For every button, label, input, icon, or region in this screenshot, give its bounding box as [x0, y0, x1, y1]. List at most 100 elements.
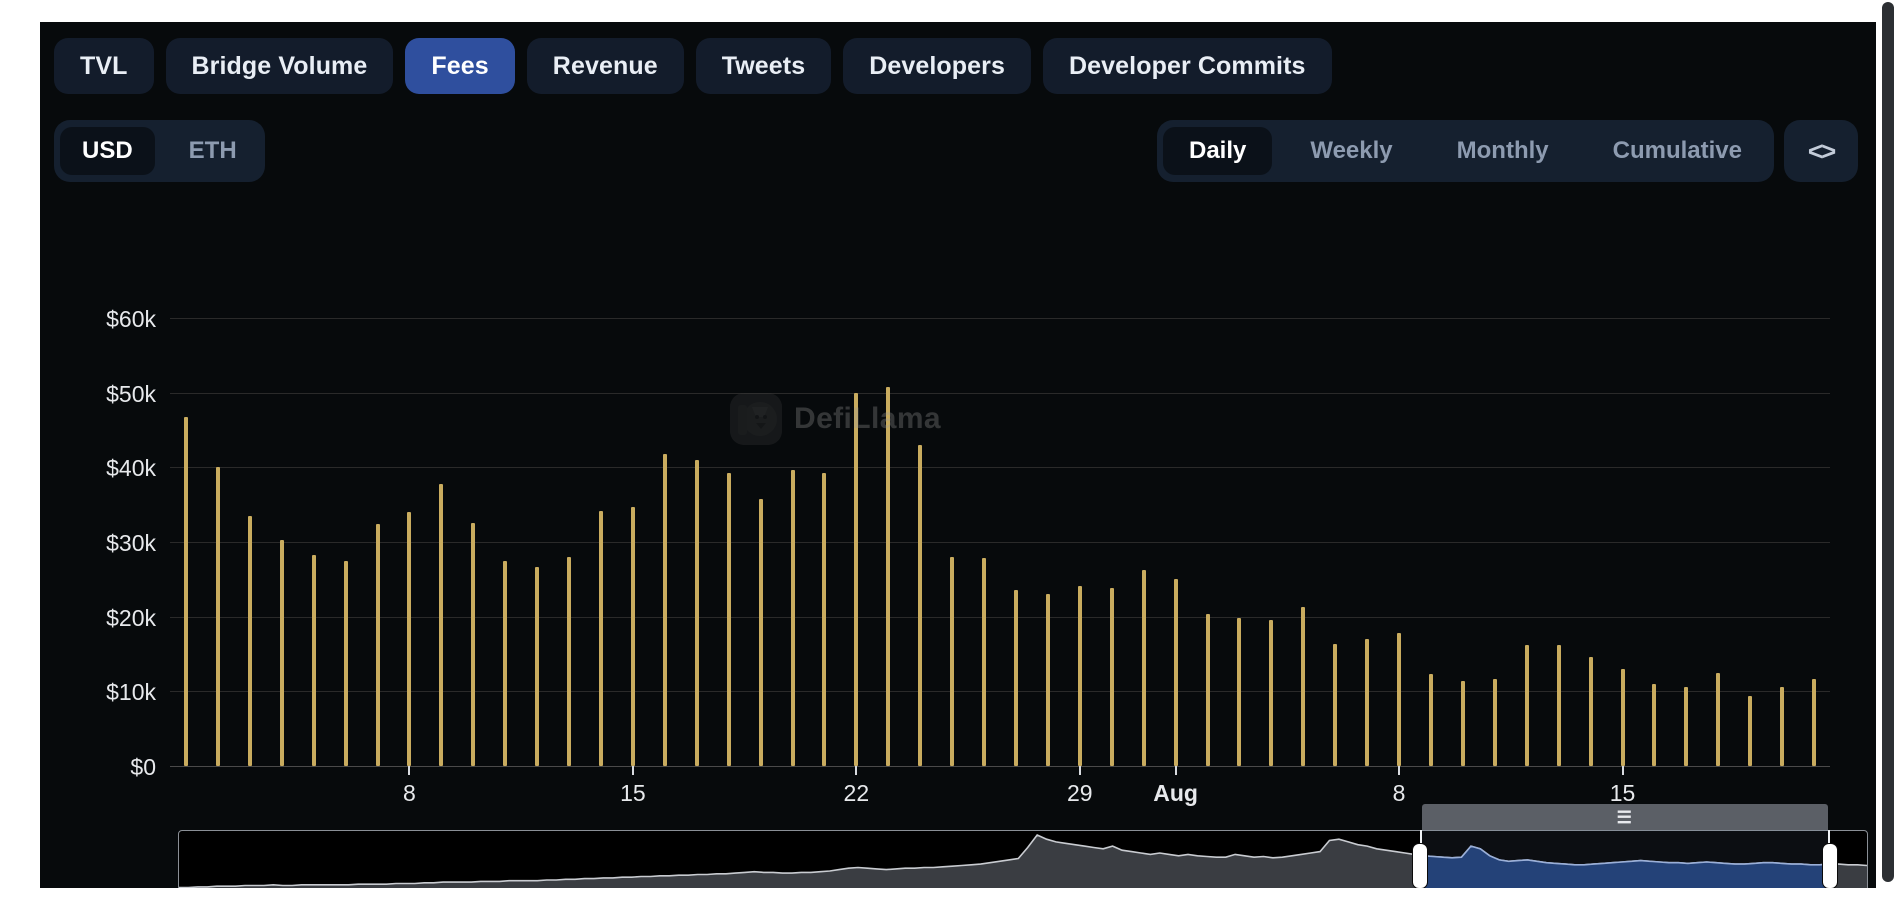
bar[interactable]	[567, 557, 571, 766]
bar[interactable]	[1748, 696, 1752, 766]
bar[interactable]	[1078, 586, 1082, 766]
gridline	[170, 542, 1830, 543]
bar[interactable]	[1269, 620, 1273, 766]
bar[interactable]	[918, 445, 922, 766]
interval_toggle-option-daily[interactable]: Daily	[1163, 127, 1272, 175]
tab-developers[interactable]: Developers	[843, 38, 1031, 94]
bar[interactable]	[1365, 639, 1369, 766]
x-axis-tick-mark	[1079, 766, 1081, 775]
bar[interactable]	[1780, 687, 1784, 766]
x-axis-tick-mark	[1175, 766, 1177, 775]
y-axis-tick-label: $50k	[40, 381, 156, 408]
currency_toggle-option-eth[interactable]: ETH	[167, 127, 259, 175]
tab-tvl[interactable]: TVL	[54, 38, 154, 94]
bar[interactable]	[216, 467, 220, 766]
gridline	[170, 467, 1830, 468]
brush-handle-right[interactable]	[1822, 843, 1838, 888]
bar[interactable]	[184, 417, 188, 766]
bar[interactable]	[663, 454, 667, 766]
brush-drag-grip[interactable]: ☰	[1422, 804, 1828, 830]
bar[interactable]	[1142, 570, 1146, 766]
code-icon[interactable]: <>	[1784, 120, 1858, 182]
bar[interactable]	[1174, 579, 1178, 766]
x-axis-tick-label: 8	[403, 780, 416, 807]
bar[interactable]	[1525, 645, 1529, 766]
bar[interactable]	[727, 473, 731, 766]
chart-card: TVLBridge VolumeFeesRevenueTweetsDevelop…	[40, 22, 1876, 888]
y-axis-tick-label: $20k	[40, 605, 156, 632]
y-axis-tick-label: $30k	[40, 530, 156, 557]
bar[interactable]	[248, 516, 252, 766]
bar[interactable]	[822, 473, 826, 766]
x-axis-tick-label: 15	[620, 780, 646, 807]
interval_toggle-option-monthly[interactable]: Monthly	[1431, 127, 1575, 175]
screen: TVLBridge VolumeFeesRevenueTweetsDevelop…	[0, 0, 1897, 908]
tab-bridge-volume[interactable]: Bridge Volume	[166, 38, 394, 94]
x-axis-tick-mark	[855, 766, 857, 775]
bar[interactable]	[854, 393, 858, 766]
bar[interactable]	[503, 561, 507, 766]
fees-bar-chart: $0$10k$20k$30k$40k$50k$60k 8152229Aug815	[40, 218, 1876, 798]
tab-tweets[interactable]: Tweets	[696, 38, 832, 94]
x-axis-tick-mark	[1622, 766, 1624, 775]
interval-toggle: DailyWeekly MonthlyCumulative	[1157, 120, 1774, 182]
bar[interactable]	[471, 523, 475, 766]
bar[interactable]	[631, 507, 635, 766]
tab-developer-commits[interactable]: Developer Commits	[1043, 38, 1332, 94]
bar[interactable]	[950, 557, 954, 766]
bar[interactable]	[312, 555, 316, 766]
brush-selection[interactable]: ☰	[1420, 830, 1830, 888]
bar[interactable]	[982, 558, 986, 766]
y-axis-tick-label: $40k	[40, 455, 156, 482]
bar[interactable]	[1461, 681, 1465, 766]
currency_toggle-option-usd[interactable]: USD	[60, 127, 155, 175]
bar[interactable]	[1652, 684, 1656, 766]
bar[interactable]	[791, 470, 795, 766]
bar[interactable]	[1493, 679, 1497, 766]
gridline	[170, 393, 1830, 394]
bar[interactable]	[1812, 679, 1816, 766]
y-axis-tick-label: $60k	[40, 306, 156, 333]
bar[interactable]	[759, 499, 763, 766]
tab-fees[interactable]: Fees	[405, 38, 514, 94]
bar[interactable]	[1237, 618, 1241, 766]
bar[interactable]	[1621, 669, 1625, 766]
bar[interactable]	[344, 561, 348, 766]
bar[interactable]	[1014, 590, 1018, 766]
brush-handle-left[interactable]	[1412, 843, 1428, 888]
bar[interactable]	[1206, 614, 1210, 766]
x-axis-tick-label: 22	[844, 780, 870, 807]
bar[interactable]	[1397, 633, 1401, 766]
bar[interactable]	[407, 512, 411, 766]
page-scrollbar[interactable]	[1879, 0, 1897, 908]
bar[interactable]	[1589, 657, 1593, 766]
bar[interactable]	[535, 567, 539, 766]
bar[interactable]	[695, 460, 699, 766]
plot-area: $0$10k$20k$30k$40k$50k$60k	[170, 318, 1830, 766]
bar[interactable]	[599, 511, 603, 766]
tab-revenue[interactable]: Revenue	[527, 38, 684, 94]
gridline	[170, 691, 1830, 692]
page-scrollbar-thumb[interactable]	[1882, 2, 1894, 882]
y-axis-tick-label: $0	[40, 754, 156, 781]
interval_toggle-option-weekly[interactable]: Weekly	[1284, 127, 1418, 175]
range-brush[interactable]: ☰	[178, 830, 1868, 888]
bar[interactable]	[1333, 644, 1337, 766]
x-axis-tick-label: 8	[1393, 780, 1406, 807]
bar[interactable]	[376, 524, 380, 766]
bar[interactable]	[439, 484, 443, 766]
bar[interactable]	[1110, 588, 1114, 766]
y-axis-tick-label: $10k	[40, 679, 156, 706]
bar[interactable]	[280, 540, 284, 766]
x-axis-tick-label: 15	[1610, 780, 1636, 807]
x-axis-tick-label: Aug	[1153, 780, 1198, 807]
bar[interactable]	[1716, 673, 1720, 766]
bar[interactable]	[886, 387, 890, 766]
bar[interactable]	[1557, 645, 1561, 766]
bar[interactable]	[1301, 607, 1305, 766]
bar[interactable]	[1046, 594, 1050, 766]
interval_toggle-option-cumulative[interactable]: Cumulative	[1587, 127, 1768, 175]
bar[interactable]	[1684, 687, 1688, 766]
x-axis-tick-mark	[632, 766, 634, 775]
bar[interactable]	[1429, 674, 1433, 766]
